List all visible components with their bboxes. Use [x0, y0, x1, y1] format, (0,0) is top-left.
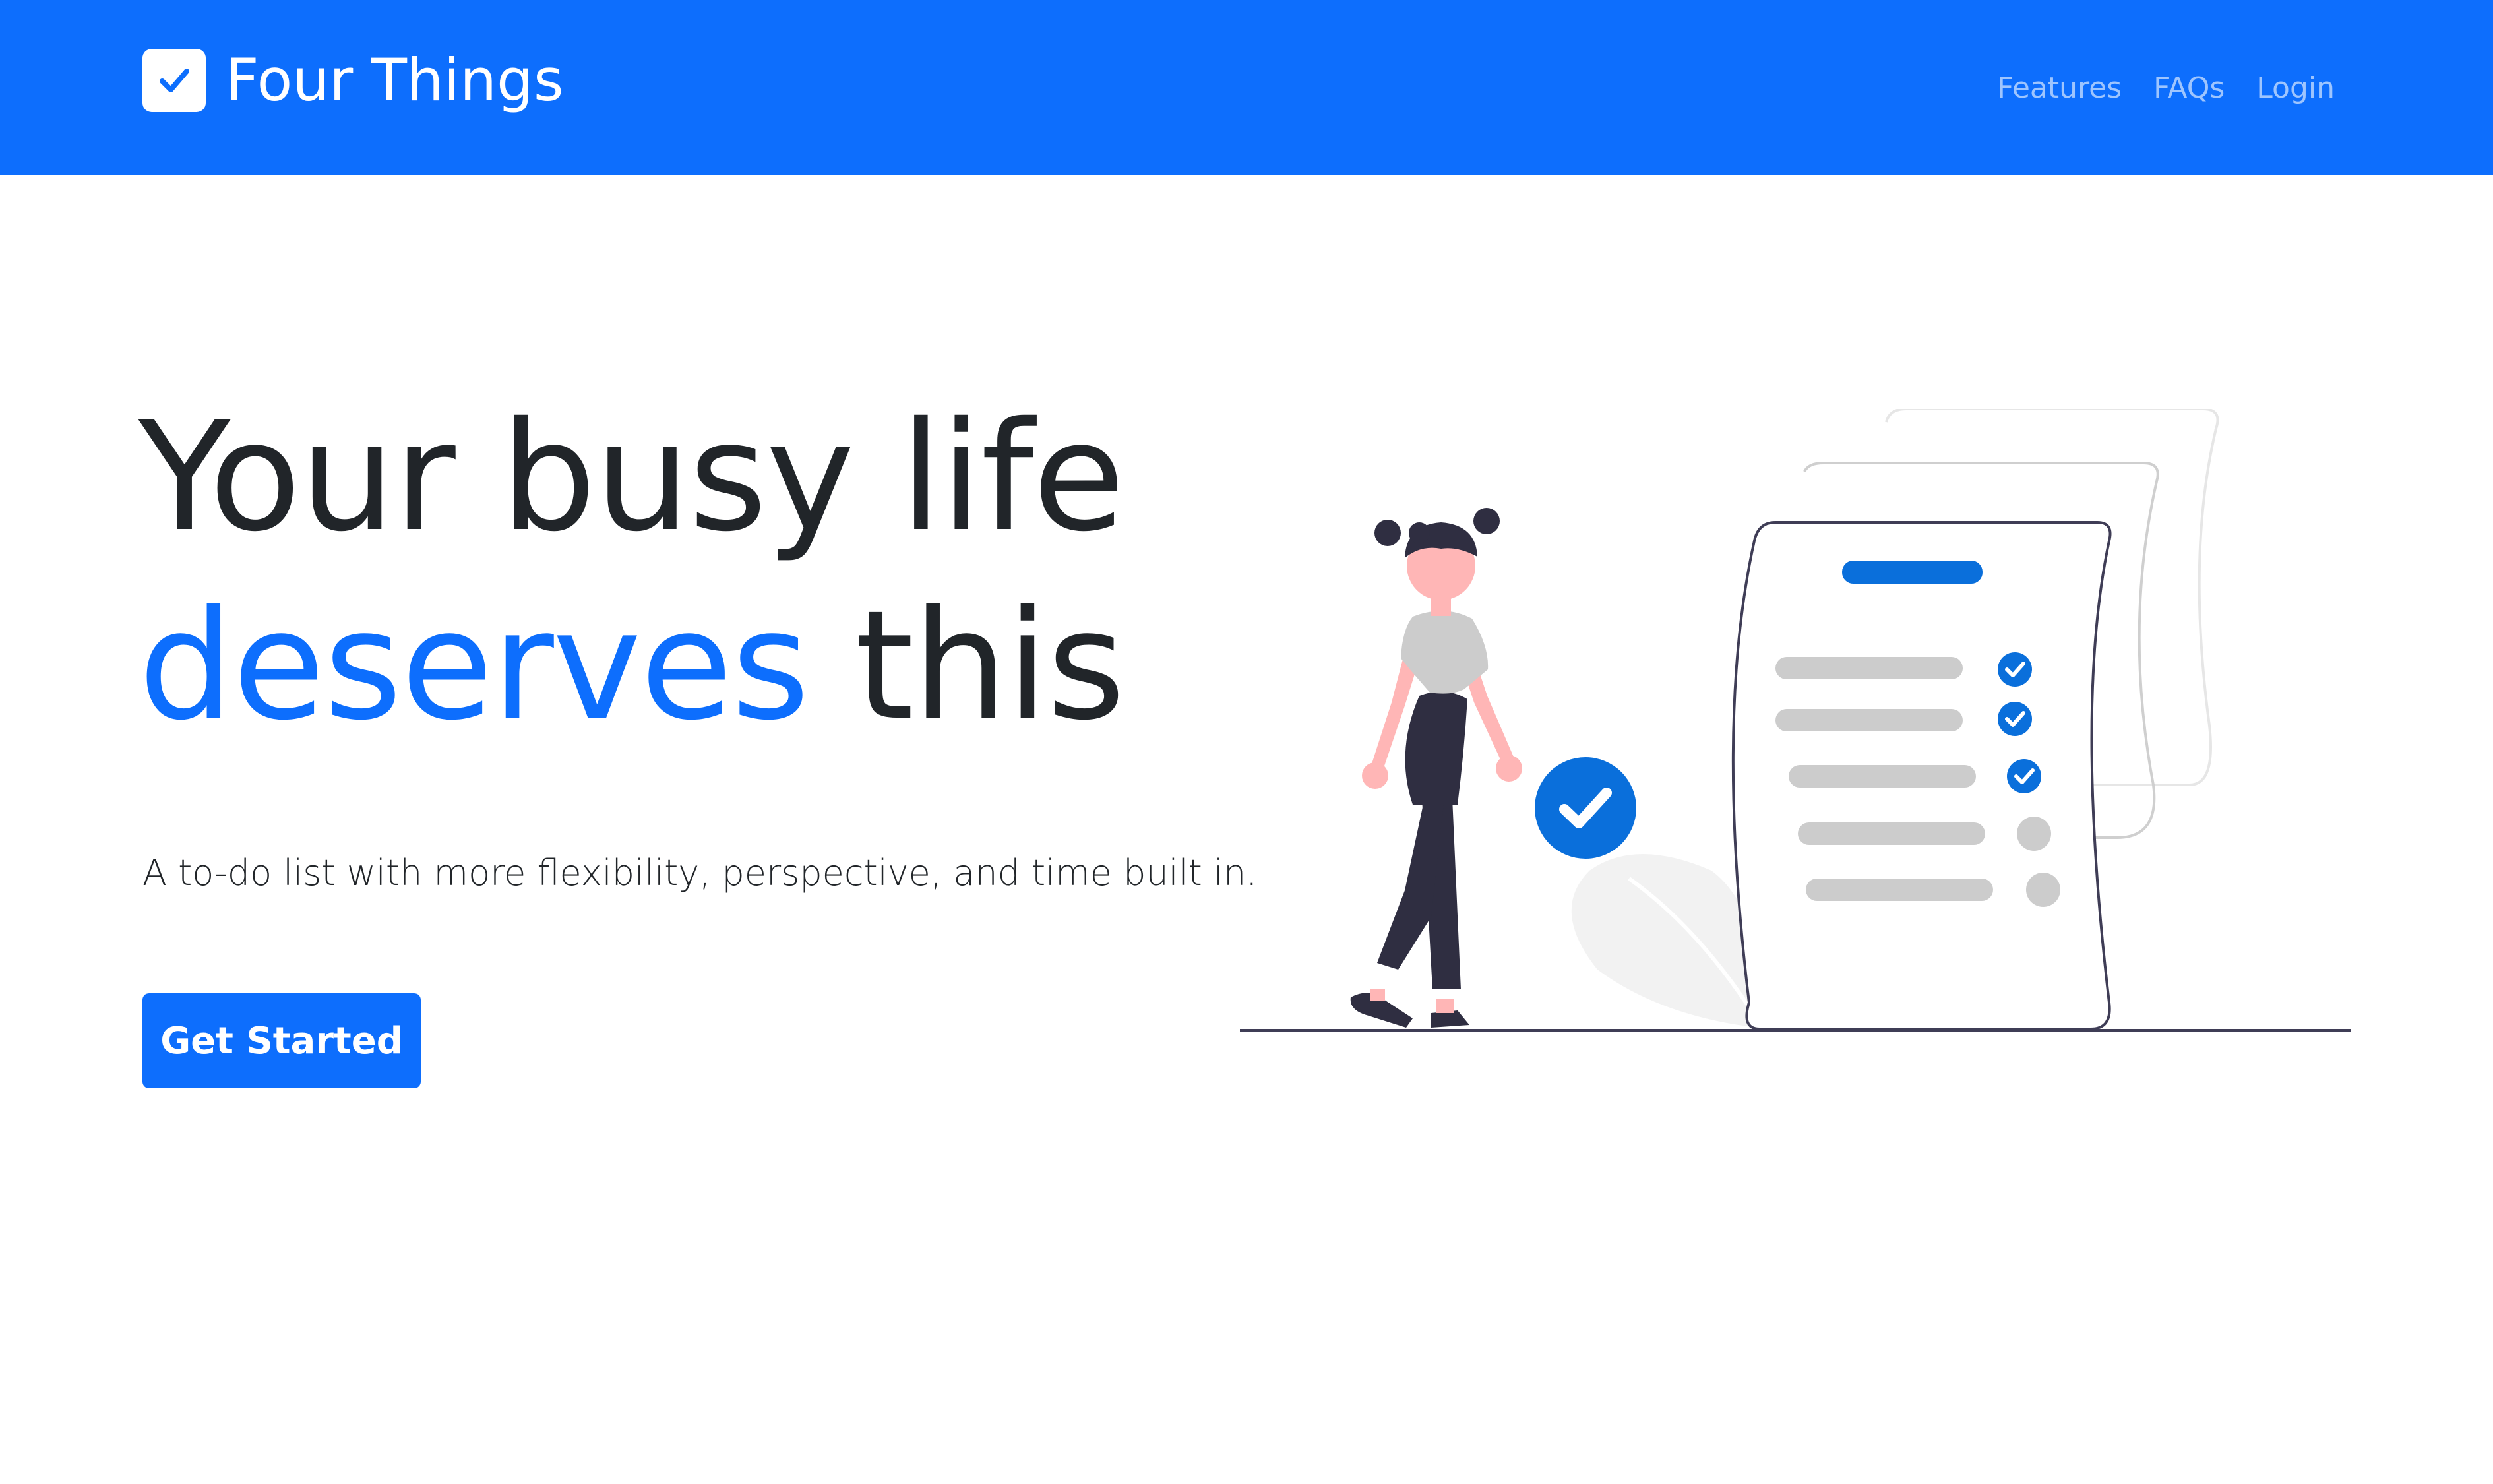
nav-links: Features FAQs Login	[1997, 65, 2335, 112]
hero-title: Your busy life deserves this	[138, 383, 1125, 760]
person-figure	[1350, 508, 1522, 1028]
unchecked-dot	[2017, 817, 2051, 851]
checklist-line	[1789, 765, 1976, 788]
brand-name: Four Things	[226, 46, 564, 114]
get-started-button[interactable]: Get Started	[142, 993, 421, 1088]
navbar: Four Things Features FAQs Login	[0, 0, 2493, 175]
hero-title-line2: deserves this	[138, 571, 1125, 760]
checked-icon	[1998, 702, 2032, 736]
leaf	[1571, 854, 1762, 1026]
hero-title-line1: Your busy life	[138, 389, 1125, 565]
nav-link-faqs[interactable]: FAQs	[2153, 65, 2225, 112]
hero-subtitle: A to-do list with more flexibility, pers…	[142, 852, 1258, 894]
unchecked-dot	[2026, 873, 2060, 907]
checklist-line	[1775, 709, 1963, 731]
nav-link-features[interactable]: Features	[1997, 65, 2122, 112]
checklist-line	[1798, 822, 1985, 845]
nav-link-login[interactable]: Login	[2256, 65, 2335, 112]
checked-icon	[1998, 652, 2032, 687]
hero-illustration	[1240, 409, 2351, 1032]
checklist-line	[1806, 879, 1993, 901]
hero-title-rest: this	[808, 578, 1125, 753]
doc-header-bar	[1842, 561, 1983, 584]
checked-icon	[2007, 759, 2041, 793]
check-circle-icon	[1535, 757, 1636, 859]
hero-title-accent: deserves	[138, 578, 810, 753]
checklist-line	[1775, 657, 1963, 679]
brand-link[interactable]: Four Things	[142, 47, 564, 113]
check-square-icon	[142, 49, 206, 112]
